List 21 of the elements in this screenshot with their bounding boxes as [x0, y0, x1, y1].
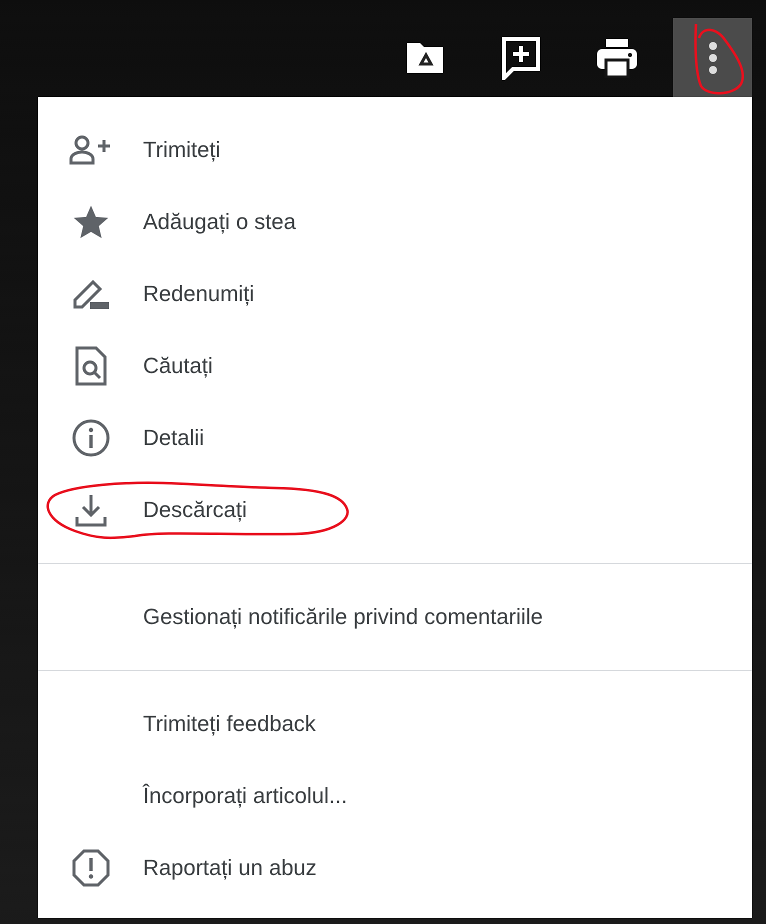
- menu-item[interactable]: Încorporați articolul...: [38, 760, 752, 832]
- menu-item[interactable]: Gestionați notificările privind comentariile: [38, 581, 752, 653]
- star-icon: [72, 204, 110, 240]
- add-person-icon: [68, 135, 112, 165]
- menu-item[interactable]: Raportați un abuz: [38, 832, 752, 904]
- menu-item[interactable]: Trimiteți: [38, 114, 752, 186]
- printer-icon: [596, 38, 638, 78]
- menu-item[interactable]: Căutați: [38, 330, 752, 402]
- menu-item[interactable]: Descărcați: [38, 474, 752, 546]
- document-search-icon: [74, 346, 108, 386]
- menu-item[interactable]: Detalii: [38, 402, 752, 474]
- menu-item[interactable]: Trimiteți feedback: [38, 688, 752, 760]
- add-comment-icon: [500, 36, 540, 80]
- alert-octagon-icon: [70, 848, 110, 888]
- menu-item[interactable]: Redenumiți: [38, 258, 752, 330]
- info-icon: [70, 418, 110, 458]
- menu-item[interactable]: Adăugați o stea: [38, 186, 752, 258]
- more-button[interactable]: [673, 18, 752, 97]
- download-icon: [74, 493, 108, 527]
- more-icon: [708, 40, 718, 74]
- pencil-icon: [72, 278, 110, 310]
